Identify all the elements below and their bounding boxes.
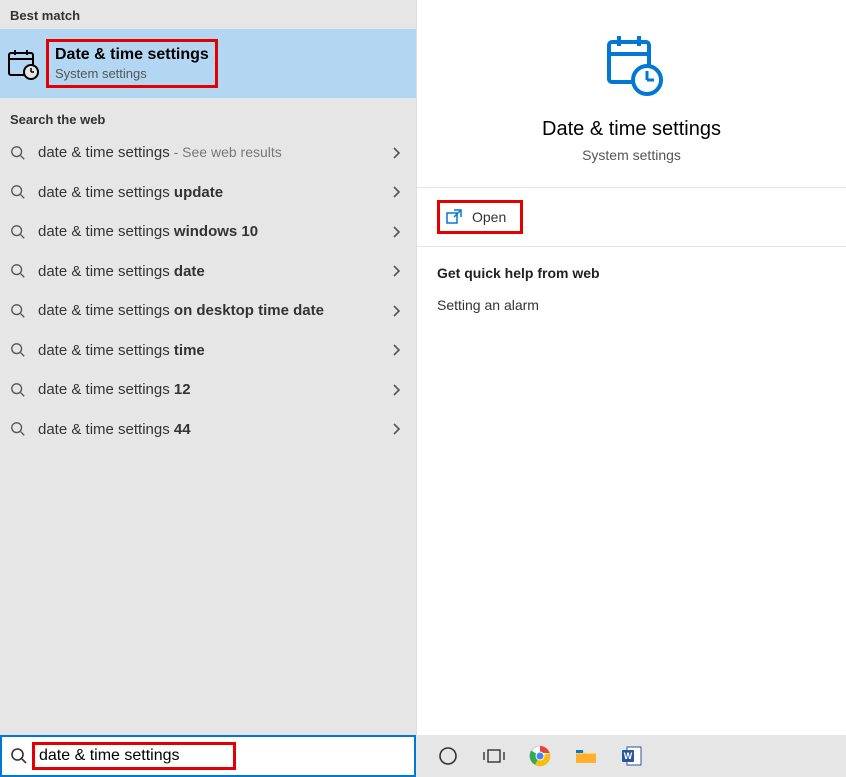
word-icon[interactable]: W bbox=[620, 744, 644, 768]
web-result-text: date & time settings - See web results bbox=[30, 143, 386, 163]
open-label: Open bbox=[472, 209, 506, 225]
file-explorer-icon[interactable] bbox=[574, 744, 598, 768]
preview-title: Date & time settings bbox=[427, 118, 836, 141]
help-header: Get quick help from web bbox=[437, 265, 826, 281]
web-result-text: date & time settings update bbox=[30, 183, 386, 203]
chevron-right-icon bbox=[386, 304, 406, 318]
search-icon bbox=[6, 184, 30, 200]
web-result-item[interactable]: date & time settings date bbox=[0, 252, 416, 292]
chevron-right-icon bbox=[386, 264, 406, 278]
open-action[interactable]: Open bbox=[437, 200, 523, 234]
search-input[interactable] bbox=[39, 747, 229, 765]
date-time-large-icon bbox=[597, 30, 667, 100]
web-result-text: date & time settings windows 10 bbox=[30, 222, 386, 242]
web-result-item[interactable]: date & time settings on desktop time dat… bbox=[0, 291, 416, 331]
best-match-title: Date & time settings bbox=[55, 46, 209, 64]
chrome-icon[interactable] bbox=[528, 744, 552, 768]
chevron-right-icon bbox=[386, 383, 406, 397]
web-result-item[interactable]: date & time settings windows 10 bbox=[0, 212, 416, 252]
web-result-item[interactable]: date & time settings - See web results bbox=[0, 133, 416, 173]
taskbar: W bbox=[0, 735, 846, 777]
web-result-item[interactable]: date & time settings time bbox=[0, 331, 416, 371]
results-panel: Best match Date & time settings System s… bbox=[0, 0, 416, 735]
chevron-right-icon bbox=[386, 422, 406, 436]
search-web-header: Search the web bbox=[0, 104, 416, 133]
open-icon bbox=[446, 209, 462, 225]
task-view-icon[interactable] bbox=[482, 744, 506, 768]
search-icon bbox=[6, 421, 30, 437]
web-result-item[interactable]: date & time settings 44 bbox=[0, 410, 416, 450]
search-icon bbox=[6, 224, 30, 240]
cortana-icon[interactable] bbox=[436, 744, 460, 768]
web-result-text: date & time settings 12 bbox=[30, 380, 386, 400]
search-icon bbox=[6, 342, 30, 358]
best-match-header: Best match bbox=[0, 0, 416, 29]
web-result-item[interactable]: date & time settings update bbox=[0, 173, 416, 213]
best-match-highlight-box: Date & time settings System settings bbox=[46, 39, 218, 88]
web-result-text: date & time settings time bbox=[30, 341, 386, 361]
search-icon bbox=[6, 263, 30, 279]
web-result-text: date & time settings on desktop time dat… bbox=[30, 301, 386, 321]
help-link[interactable]: Setting an alarm bbox=[437, 297, 826, 313]
search-icon bbox=[6, 145, 30, 161]
preview-subtitle: System settings bbox=[427, 147, 836, 163]
chevron-right-icon bbox=[386, 146, 406, 160]
svg-text:W: W bbox=[624, 751, 633, 761]
chevron-right-icon bbox=[386, 343, 406, 357]
search-box[interactable] bbox=[0, 735, 416, 777]
search-icon bbox=[6, 382, 30, 398]
search-icon bbox=[10, 747, 28, 765]
best-match-subtitle: System settings bbox=[55, 66, 209, 81]
web-results-list: date & time settings - See web results da… bbox=[0, 133, 416, 449]
best-match-item[interactable]: Date & time settings System settings bbox=[0, 29, 416, 98]
chevron-right-icon bbox=[386, 225, 406, 239]
web-result-text: date & time settings 44 bbox=[30, 420, 386, 440]
search-highlight-box bbox=[32, 742, 236, 770]
search-icon bbox=[6, 303, 30, 319]
web-result-item[interactable]: date & time settings 12 bbox=[0, 370, 416, 410]
preview-panel: Date & time settings System settings Ope… bbox=[416, 0, 846, 735]
chevron-right-icon bbox=[386, 185, 406, 199]
web-result-text: date & time settings date bbox=[30, 262, 386, 282]
date-time-icon bbox=[6, 47, 40, 81]
